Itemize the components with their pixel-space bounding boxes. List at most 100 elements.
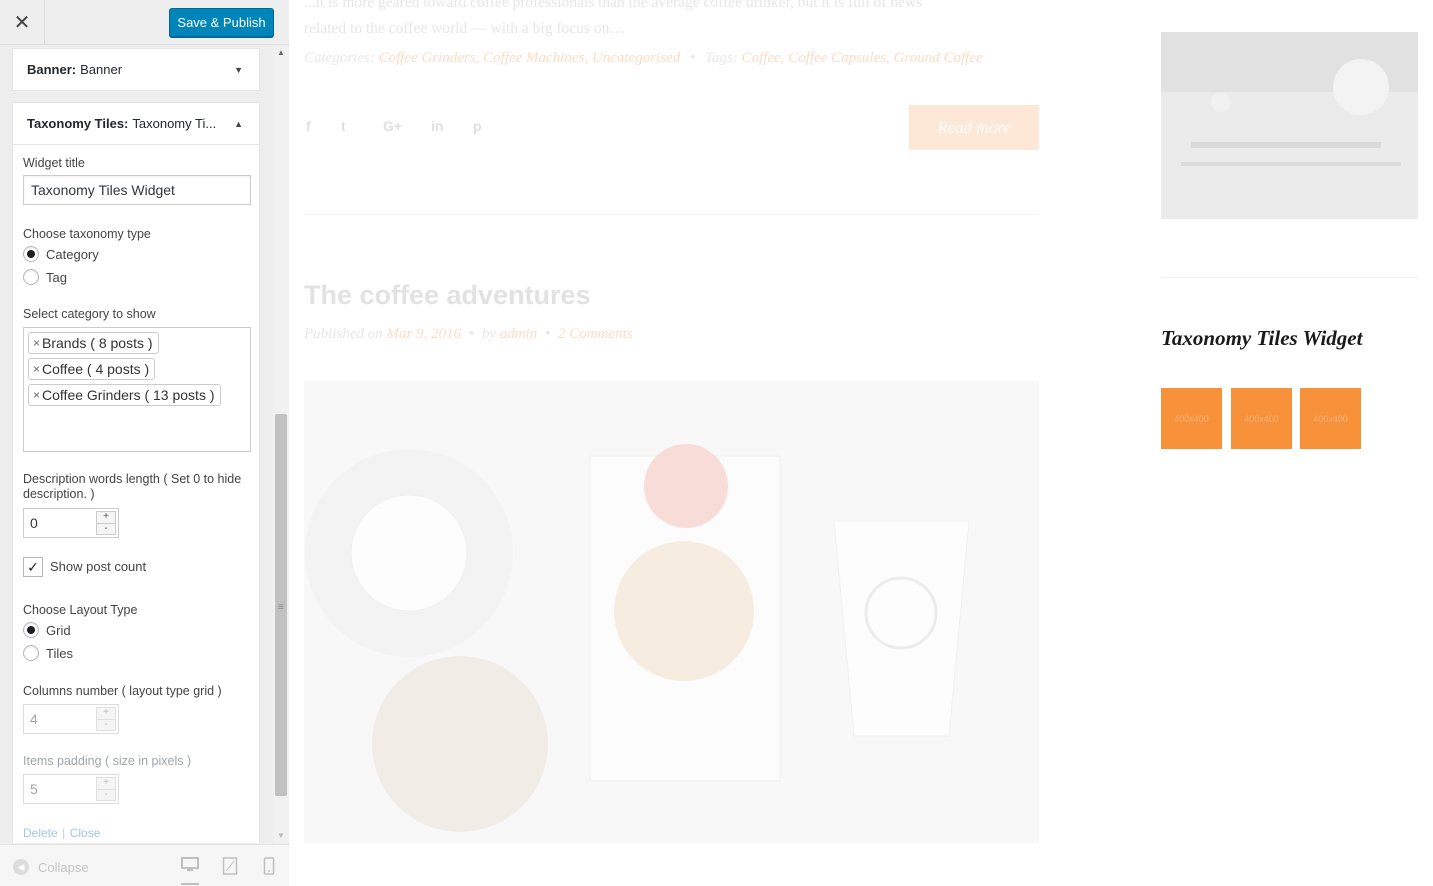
radio-tag[interactable]: Tag xyxy=(23,269,67,285)
number-stepper[interactable]: + - xyxy=(96,777,116,801)
close-icon[interactable]: ✕ xyxy=(0,0,45,45)
radio-tiles[interactable]: Tiles xyxy=(23,645,73,661)
remove-icon[interactable]: × xyxy=(33,336,40,350)
padding-input[interactable]: 5 + - xyxy=(23,774,119,804)
category-chip: × Coffee Grinders ( 13 posts ) xyxy=(28,384,221,406)
grip-icon: ≡ xyxy=(278,602,284,613)
number-stepper[interactable]: + - xyxy=(96,511,116,535)
customizer-scrollbar[interactable]: ▲ ≡ ▼ xyxy=(273,46,289,843)
radio-button[interactable] xyxy=(23,645,39,661)
show-post-count-checkbox[interactable]: ✓ xyxy=(23,557,43,577)
select-category-label: Select category to show xyxy=(23,307,156,321)
taxonomy-tile[interactable]: 400x400 xyxy=(1161,388,1222,449)
author-link[interactable]: admin xyxy=(500,326,538,342)
facebook-icon[interactable]: f xyxy=(306,118,311,134)
customizer-panel: ✕ Save & Publish Banner: Banner ▼ Taxono… xyxy=(0,0,289,886)
collapse-label: Collapse xyxy=(38,859,89,875)
scroll-up-icon[interactable]: ▲ xyxy=(273,46,289,60)
save-publish-button[interactable]: Save & Publish xyxy=(169,8,274,37)
divider xyxy=(304,214,1039,215)
increment-button[interactable]: + xyxy=(96,511,116,524)
tablet-preview-icon[interactable] xyxy=(222,857,240,875)
columns-input[interactable]: 4 + - xyxy=(23,704,119,734)
desc-length-input[interactable]: 0 + - xyxy=(23,508,119,538)
post-title[interactable]: The coffee adventures xyxy=(304,280,591,311)
mobile-preview-icon[interactable] xyxy=(263,857,281,875)
linkedin-icon[interactable]: in xyxy=(431,118,443,134)
padding-label: Items padding ( size in pixels ) xyxy=(23,754,192,768)
remove-icon[interactable]: × xyxy=(33,362,40,376)
close-link[interactable]: Close xyxy=(70,826,101,840)
decrement-button[interactable]: - xyxy=(96,789,116,801)
pinterest-icon[interactable]: p xyxy=(473,118,482,134)
radio-label: Tiles xyxy=(46,645,73,661)
increment-button[interactable]: + xyxy=(96,777,116,790)
chevron-up-icon[interactable]: ▲ xyxy=(234,119,243,129)
categories-label: Categories: xyxy=(304,50,375,66)
taxonomy-tile[interactable]: 400x400 xyxy=(1300,388,1361,449)
radio-category[interactable]: Category xyxy=(23,246,99,262)
bullet: • xyxy=(545,326,551,342)
scroll-down-icon[interactable]: ▼ xyxy=(273,829,289,843)
chip-label: Coffee Grinders ( 13 posts ) xyxy=(42,387,215,403)
desktop-preview-icon[interactable] xyxy=(181,857,199,885)
excerpt-line: related to the coffee world — with a big… xyxy=(304,20,625,37)
post-date[interactable]: Mar 9, 2016 xyxy=(387,326,462,342)
widget-title-input[interactable]: Taxonomy Tiles Widget xyxy=(23,175,251,205)
show-post-count-label: Show post count xyxy=(50,559,147,574)
tags-links[interactable]: Coffee, Coffee Capsules, Ground Coffee xyxy=(742,50,983,66)
customizer-controls: Banner: Banner ▼ Taxonomy Tiles: Taxonom… xyxy=(0,46,289,843)
desc-length-label: Description words length ( Set 0 to hide… xyxy=(23,472,242,501)
by-label: by xyxy=(481,326,497,342)
increment-button[interactable]: + xyxy=(96,707,116,720)
category-multiselect[interactable]: × Brands ( 8 posts ) × Coffee ( 4 posts … xyxy=(23,327,251,452)
taxonomy-tile[interactable]: 400x400 xyxy=(1231,388,1292,449)
post-taxonomy-meta: Categories: Coffee Grinders, Coffee Mach… xyxy=(304,50,983,67)
read-more-button[interactable]: Read more xyxy=(909,105,1039,150)
number-stepper[interactable]: + - xyxy=(96,707,116,731)
radio-button[interactable] xyxy=(23,269,39,285)
excerpt-line: ...it is more geared toward coffee profe… xyxy=(304,0,923,11)
radio-grid[interactable]: Grid xyxy=(23,622,71,638)
layout-type-label: Choose Layout Type xyxy=(23,603,138,617)
remove-icon[interactable]: × xyxy=(33,388,40,402)
sidebar-image[interactable] xyxy=(1161,32,1418,219)
post-meta: Published on Mar 9, 2016 • by admin • 2 … xyxy=(304,326,633,343)
post-excerpt: ...it is more geared toward coffee profe… xyxy=(304,0,1044,42)
taxonomy-type-label: Choose taxonomy type xyxy=(23,227,151,241)
decrement-button[interactable]: - xyxy=(96,523,116,535)
chip-label: Coffee ( 4 posts ) xyxy=(42,361,150,377)
widget-taxonomy-header[interactable]: Taxonomy Tiles: Taxonomy Ti... ▲ xyxy=(12,102,260,145)
widget-type: Taxonomy Tiles: xyxy=(27,116,129,131)
collapse-button[interactable]: ◀ Collapse xyxy=(13,859,89,875)
input-value: 4 xyxy=(30,711,38,727)
delete-link[interactable]: Delete xyxy=(23,826,58,840)
collapse-icon: ◀ xyxy=(13,859,29,875)
widget-title-label: Widget title xyxy=(23,156,85,170)
chip-label: Brands ( 8 posts ) xyxy=(42,335,153,351)
featured-image[interactable] xyxy=(304,381,1039,843)
widget-actions: Delete | Close xyxy=(23,824,100,842)
input-value: 5 xyxy=(30,781,38,797)
decrement-button[interactable]: - xyxy=(96,719,116,731)
separator: | xyxy=(62,826,66,840)
chevron-down-icon[interactable]: ▼ xyxy=(234,65,243,75)
bullet: • xyxy=(468,326,475,342)
twitter-icon[interactable]: t xyxy=(341,118,346,134)
radio-label: Tag xyxy=(46,269,67,285)
widget-name: Taxonomy Ti... xyxy=(132,116,217,131)
divider xyxy=(1161,277,1418,278)
widget-form: Widget title Taxonomy Tiles Widget Choos… xyxy=(12,145,260,843)
bullet: • xyxy=(689,50,696,66)
widget-banner-header[interactable]: Banner: Banner ▼ xyxy=(12,48,260,91)
google-plus-icon[interactable]: G+ xyxy=(383,118,402,134)
categories-links[interactable]: Coffee Grinders, Coffee Machines, Uncate… xyxy=(379,50,681,66)
radio-button[interactable] xyxy=(23,622,39,638)
widget-type: Banner: xyxy=(27,62,77,77)
comments-link[interactable]: 2 Comments xyxy=(558,326,633,342)
radio-button[interactable] xyxy=(23,246,39,262)
customizer-header: ✕ Save & Publish xyxy=(0,0,289,45)
radio-label: Category xyxy=(46,246,99,262)
category-chip: × Brands ( 8 posts ) xyxy=(28,332,159,354)
published-label: Published on xyxy=(304,326,383,342)
